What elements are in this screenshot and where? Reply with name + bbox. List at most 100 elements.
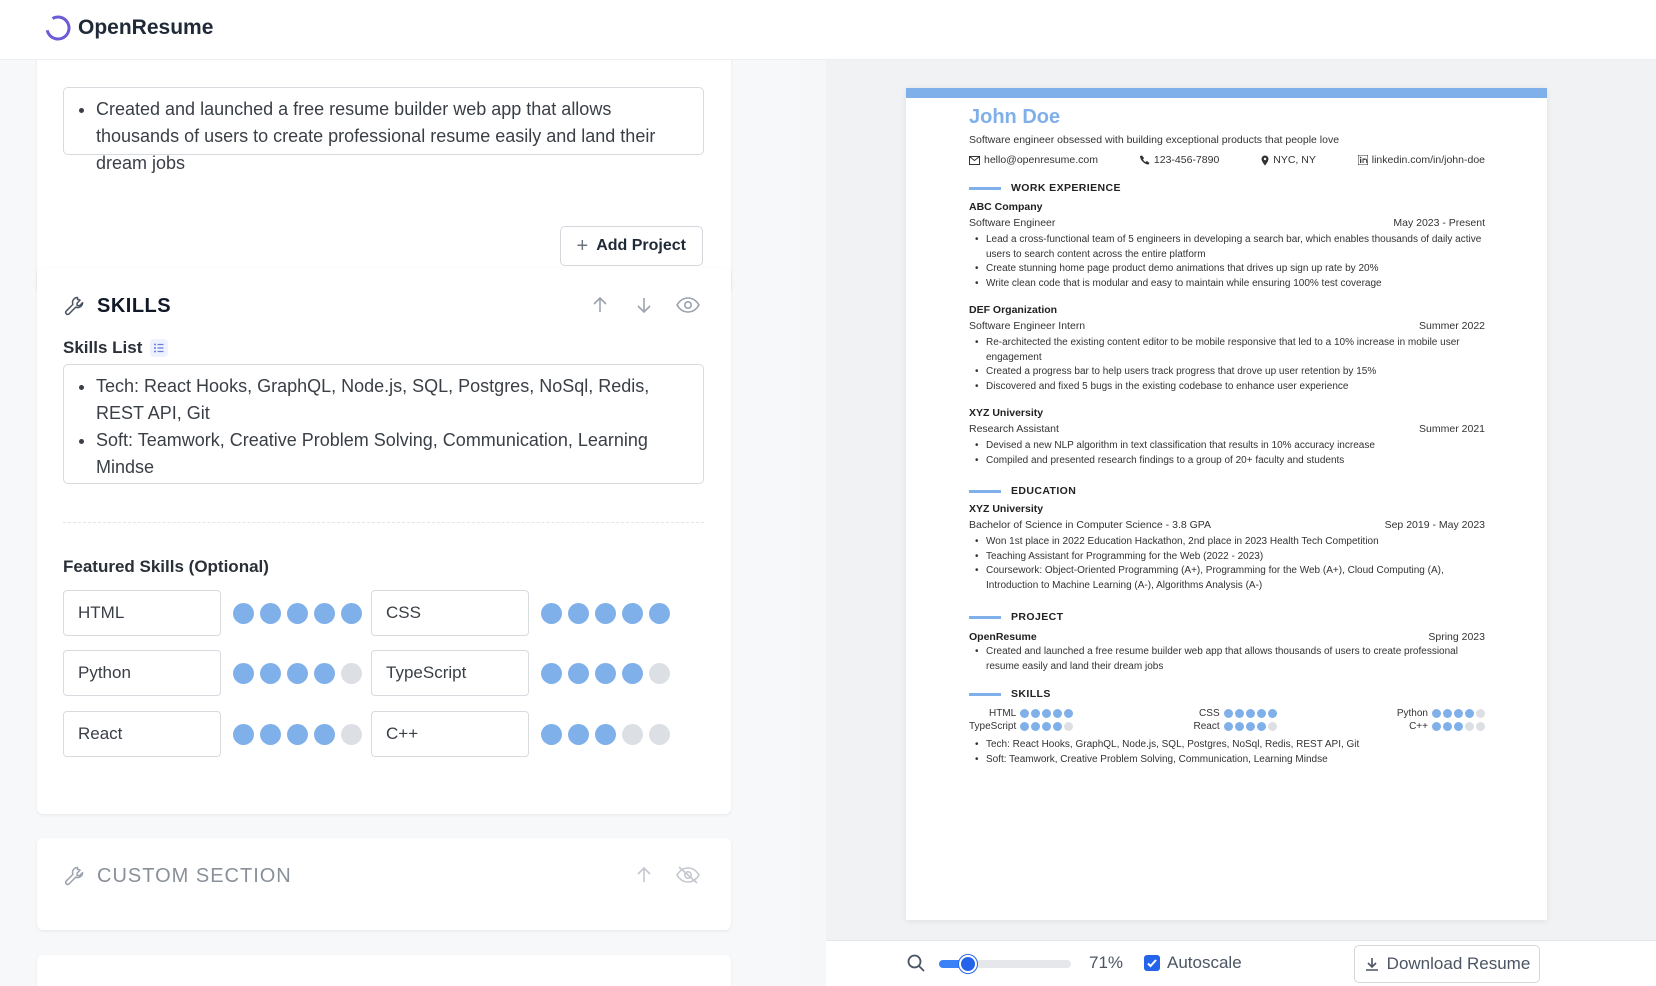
arrow-down-icon[interactable] [631,292,657,318]
resume-education-school: XYZ University [969,503,1044,515]
skill-rating[interactable] [541,723,691,745]
resume-rating-dot [1053,722,1063,731]
bullet-list-icon[interactable] [150,339,169,357]
rating-dot[interactable] [287,662,308,684]
resume-name: John Doe [969,106,1061,128]
rating-dot[interactable] [541,602,562,624]
resume-education-date: Sep 2019 - May 2023 [1384,519,1485,531]
resume-bullet: Devised a new NLP algorithm in text clas… [969,439,1485,454]
rating-dot[interactable] [314,723,335,745]
resume-project-bullets: Created and launched a free resume build… [969,645,1485,674]
resume-work-date: Summer 2021 [1419,423,1485,435]
rating-dot[interactable] [233,723,254,745]
rating-dot[interactable] [622,602,643,624]
resume-rating-dot [1042,722,1052,731]
featured-skill-input[interactable]: C++ [371,711,529,757]
eye-icon[interactable] [675,292,701,318]
skill-rating[interactable] [233,602,383,624]
rating-dot[interactable] [595,602,616,624]
rating-dot[interactable] [341,723,362,745]
rating-dot[interactable] [622,662,643,684]
resume-skill-rating [1431,709,1485,718]
rating-dot[interactable] [341,662,362,684]
featured-skill-pair: Python [63,650,389,696]
resume-rating-dot [1453,709,1463,718]
skill-rating[interactable] [233,662,383,684]
resume-work-bullets: Lead a cross-functional team of 5 engine… [969,233,1485,291]
resume-rating-dot [1475,722,1485,731]
project-description-list: Created and launched a free resume build… [64,96,703,177]
rating-dot[interactable] [541,723,562,745]
resume-rating-dot [1234,722,1244,731]
resume-page: John Doe Software engineer obsessed with… [906,88,1547,920]
arrow-up-icon[interactable] [587,292,613,318]
rating-dot[interactable] [260,662,281,684]
resume-url-text: linkedin.com/in/john-doe [1371,154,1485,166]
autoscale-toggle[interactable]: Autoscale [1144,953,1242,973]
rating-dot[interactable] [341,602,362,624]
rating-dot[interactable] [314,602,335,624]
project-description-field[interactable]: Created and launched a free resume build… [63,87,704,173]
arrow-up-icon[interactable] [631,862,657,888]
skill-rating[interactable] [541,662,691,684]
featured-skill-input[interactable]: Python [63,650,221,696]
resume-skill-rating [1431,722,1485,731]
add-project-button[interactable]: + Add Project [559,226,703,266]
rating-dot[interactable] [568,723,589,745]
rating-dot[interactable] [260,602,281,624]
top-navbar: OpenResume [0,0,1656,60]
featured-skill-input[interactable]: React [63,711,221,757]
rating-dot[interactable] [287,723,308,745]
skills-list-bullet: Tech: React Hooks, GraphQL, Node.js, SQL… [96,373,691,427]
skills-divider [63,522,704,523]
resume-rating-dot [1256,722,1266,731]
rating-dot[interactable] [541,662,562,684]
resume-work-date: Summer 2022 [1419,320,1485,332]
rating-dot[interactable] [314,662,335,684]
skill-rating[interactable] [233,723,383,745]
resume-bullet: Re-architected the existing content edit… [969,336,1485,365]
resume-skill: HTML [969,708,1074,719]
download-resume-button[interactable]: Download Resume [1354,945,1540,983]
resume-editor-panel: Created and launched a free resume build… [0,60,800,986]
rating-dot[interactable] [260,723,281,745]
plus-icon: + [576,234,589,257]
zoom-slider[interactable] [939,955,1071,973]
autoscale-checkbox[interactable] [1144,955,1160,971]
rating-dot[interactable] [568,602,589,624]
heading-accent-bar [969,489,1001,493]
skills-list-label-text: Skills List [63,338,143,357]
skill-rating[interactable] [541,602,691,624]
skills-list-bullet: Soft: Teamwork, Creative Problem Solving… [96,427,691,481]
resume-rating-dot [1245,709,1255,718]
rating-dot[interactable] [649,723,670,745]
rating-dot[interactable] [649,602,670,624]
featured-skill-input[interactable]: HTML [63,590,221,636]
featured-skill-input[interactable]: TypeScript [371,650,529,696]
resume-education-heading: EDUCATION [969,485,1485,497]
rating-dot[interactable] [287,602,308,624]
check-icon [1147,959,1157,968]
resume-skill: TypeScript [969,721,1074,732]
resume-bullet: Teaching Assistant for Programming for t… [969,550,1485,565]
resume-email-text: hello@openresume.com [984,154,1098,166]
rating-dot[interactable] [568,662,589,684]
zoom-slider-thumb[interactable] [959,955,978,973]
featured-skill-input[interactable]: CSS [371,590,529,636]
rating-dot[interactable] [233,662,254,684]
resume-skill: Python [1397,708,1485,719]
eye-off-icon[interactable] [675,862,701,888]
skills-list-field[interactable]: Tech: React Hooks, GraphQL, Node.js, SQL… [63,364,704,484]
resume-bullet: Create stunning home page product demo a… [969,262,1485,277]
resume-work-bullets: Devised a new NLP algorithm in text clas… [969,439,1485,468]
rating-dot[interactable] [649,662,670,684]
app-logo[interactable]: OpenResume [44,14,213,42]
heading-accent-bar [969,692,1001,696]
rating-dot[interactable] [622,723,643,745]
rating-dot[interactable] [233,602,254,624]
rating-dot[interactable] [595,662,616,684]
preview-toolbar: 71% Autoscale Download Resume [826,940,1656,986]
download-icon [1365,958,1378,971]
resume-rating-dot [1053,709,1063,718]
rating-dot[interactable] [595,723,616,745]
